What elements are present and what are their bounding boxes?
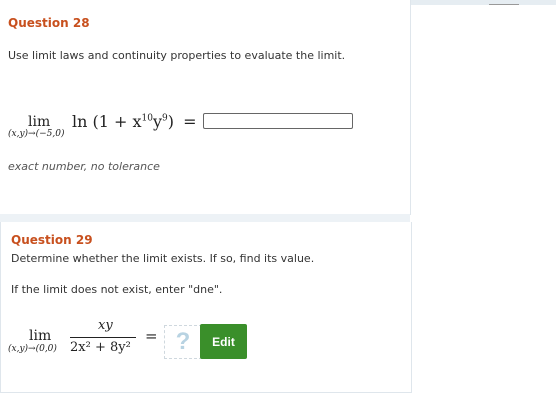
question-28-title: Question 28	[8, 16, 90, 30]
q29-lim-approach: (x,y)→(0,0)	[8, 344, 57, 354]
q28-ln-part: ln (1 + x	[72, 112, 142, 131]
top-divider	[410, 0, 556, 5]
question-mark-icon: ?	[175, 328, 191, 355]
q28-answer-input[interactable]	[203, 113, 353, 129]
q28-hint: exact number, no tolerance	[8, 160, 160, 173]
q28-lim-label: lim	[28, 114, 51, 130]
q29-equals: =	[145, 327, 158, 345]
q28-y-var: y	[152, 112, 163, 131]
question-29-prompt: Determine whether the limit exists. If s…	[11, 252, 315, 265]
q28-lim-approach: (x,y)→(−5,0)	[8, 129, 65, 139]
question-29-instruction: If the limit does not exist, enter "dne"…	[11, 283, 223, 296]
q28-equals: =	[183, 112, 197, 131]
top-tick-mark	[489, 0, 519, 5]
q29-lim-label: lim	[29, 328, 52, 344]
question-gap	[0, 214, 410, 222]
question-29-card	[0, 222, 412, 393]
question-28-card	[0, 0, 411, 215]
q29-fraction-bar	[70, 337, 136, 338]
question-28-prompt: Use limit laws and continuity properties…	[8, 49, 346, 62]
q29-numerator: xy	[98, 318, 113, 333]
edit-button[interactable]: Edit	[200, 324, 247, 359]
q29-denominator: 2x² + 8y²	[70, 340, 131, 355]
q28-close-paren: )	[167, 112, 175, 131]
question-29-title: Question 29	[11, 233, 93, 247]
q29-answer-placeholder[interactable]: ?	[164, 325, 202, 359]
q28-expression: ln (1 + x10y9) =	[72, 112, 197, 131]
q28-exponent-10: 10	[141, 113, 153, 124]
